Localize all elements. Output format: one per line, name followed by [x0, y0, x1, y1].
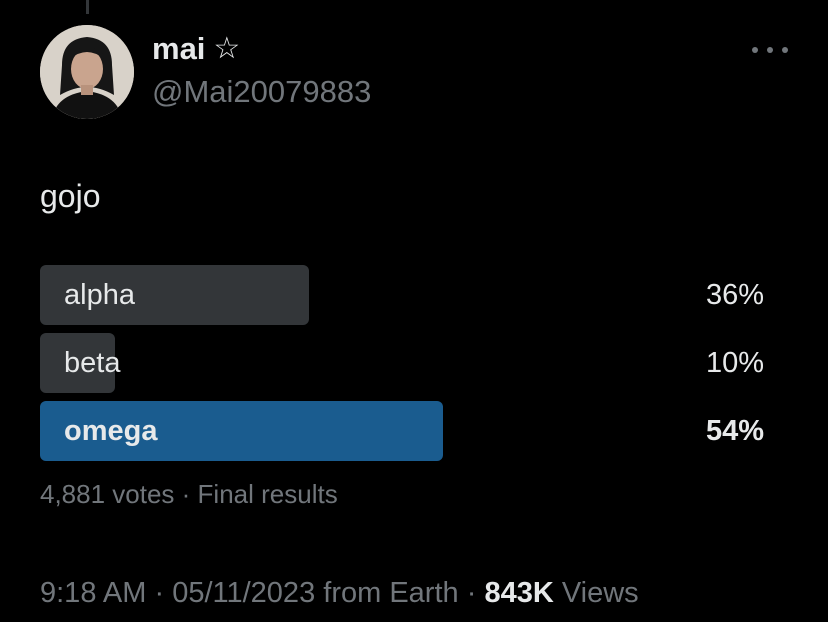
tweet-source: from Earth: [323, 577, 459, 609]
poll-option-label: alpha: [64, 279, 135, 311]
avatar[interactable]: [40, 25, 134, 119]
thread-connector-line: [86, 0, 89, 14]
tweet-text: gojo: [40, 178, 101, 214]
poll-option-percent: 36%: [705, 279, 764, 311]
more-dot: [782, 47, 788, 53]
separator-dot: ·: [154, 577, 165, 609]
more-dot: [752, 47, 758, 53]
tweet-time[interactable]: 9:18 AM: [40, 577, 146, 609]
author-name-row: mai ☆: [152, 30, 240, 68]
views-count[interactable]: 843K: [484, 577, 553, 609]
poll-summary: 4,881 votes · Final results: [40, 479, 338, 509]
tweet: mai ☆ @Mai20079883 gojo alpha 36% beta 1…: [0, 0, 828, 622]
poll-option-omega: omega 54%: [40, 401, 766, 461]
poll-option-percent: 54%: [705, 415, 764, 447]
user-handle[interactable]: @Mai20079883: [152, 73, 371, 111]
star-outline-icon: ☆: [213, 32, 241, 65]
tweet-metadata: 9:18 AM · 05/11/2023 from Earth · 843K V…: [40, 574, 639, 612]
poll-option-percent: 10%: [705, 347, 764, 379]
poll-option-alpha: alpha 36%: [40, 265, 766, 325]
more-dot: [767, 47, 773, 53]
views-label: Views: [561, 577, 639, 609]
display-name[interactable]: mai: [152, 30, 205, 68]
poll-option-label: beta: [64, 347, 121, 379]
separator-dot: ·: [466, 577, 477, 609]
tweet-date[interactable]: 05/11/2023: [172, 577, 315, 609]
poll: alpha 36% beta 10% omega 54%: [40, 265, 766, 469]
poll-option-label: omega: [64, 415, 158, 447]
more-options-icon[interactable]: [752, 38, 788, 62]
poll-option-beta: beta 10%: [40, 333, 766, 393]
